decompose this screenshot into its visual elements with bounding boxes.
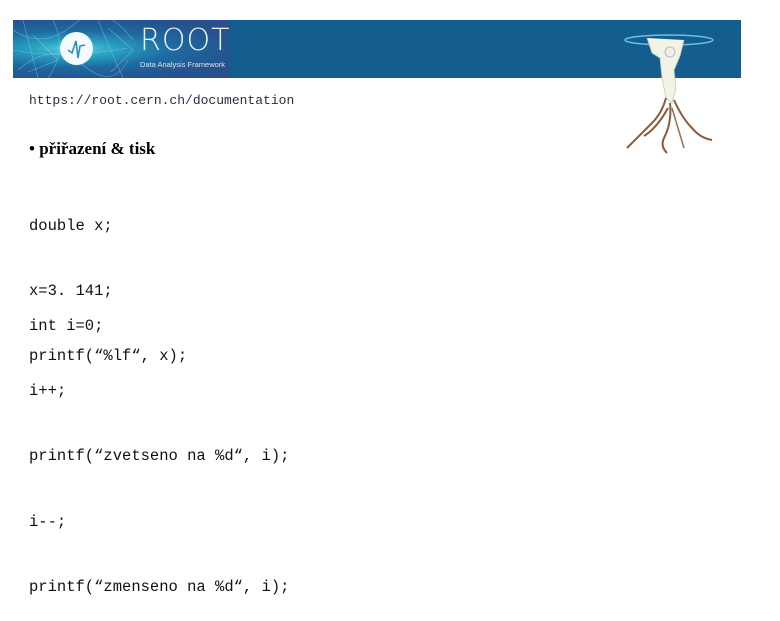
logo-subtitle: Data Analysis Framework xyxy=(140,60,226,69)
logo-title: ROOT xyxy=(140,23,230,58)
root-logo-icon xyxy=(60,32,93,65)
code-line: double x; xyxy=(29,216,113,235)
heading-text: přiřazení & tisk xyxy=(39,139,156,158)
documentation-url[interactable]: https://root.cern.ch/documentation xyxy=(29,93,294,108)
root-mascot-figure-icon xyxy=(624,34,714,154)
section-heading: • přiřazení & tisk xyxy=(29,139,155,159)
code-line: i++; xyxy=(29,381,67,400)
code-line: printf(“zvetseno na %d“, i); xyxy=(29,447,290,466)
bullet-marker: • xyxy=(29,139,35,158)
code-line: i--; xyxy=(29,512,67,531)
code-block-increment: int i=0; i++; printf(“zvetseno na %d“, i… xyxy=(29,272,289,621)
root-logo: ROOT Data Analysis Framework xyxy=(13,20,230,78)
code-line: printf(“zmenseno na %d“, i); xyxy=(29,578,290,597)
code-line: int i=0; xyxy=(29,316,104,335)
